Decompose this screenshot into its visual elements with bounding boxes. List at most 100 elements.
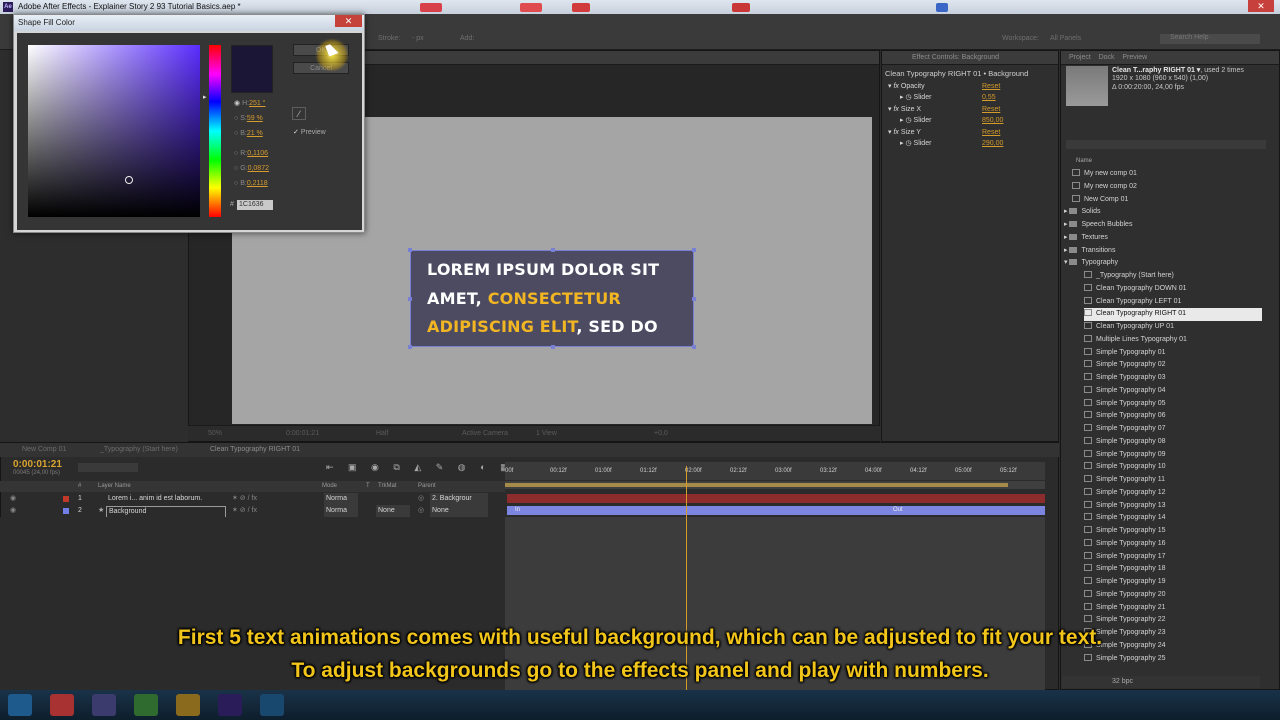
reset-link[interactable]: Reset: [982, 104, 1000, 115]
project-comp-item[interactable]: Clean Typography LEFT 01: [1084, 296, 1262, 309]
project-comp-item[interactable]: Multiple Lines Typography 01: [1084, 334, 1262, 347]
project-comp-item[interactable]: Simple Typography 09: [1084, 449, 1262, 462]
hue-number[interactable]: 251 °: [249, 100, 265, 107]
preview-checkbox[interactable]: ✓ Preview: [293, 128, 326, 136]
transform-handle[interactable]: [692, 345, 696, 349]
layer-label-color[interactable]: [63, 508, 69, 514]
reset-link[interactable]: Reset: [982, 127, 1000, 138]
pickwhip-icon[interactable]: ◎: [418, 505, 424, 517]
transform-handle[interactable]: [408, 248, 412, 252]
project-comp-item[interactable]: Simple Typography 21: [1084, 602, 1262, 615]
time-ruler[interactable]: 00f 00:12f 01:00f 01:12f 02:00f 02:12f 03:00f 0…: [505, 462, 1045, 480]
project-comp-item[interactable]: Clean Typography DOWN 01: [1084, 283, 1262, 296]
blue-value[interactable]: ○ B:0,2118: [234, 180, 268, 187]
taskbar-app-icon[interactable]: [176, 694, 200, 716]
project-comp-item[interactable]: Simple Typography 14: [1084, 512, 1262, 525]
col-layer-name[interactable]: Layer Name: [98, 481, 131, 492]
hue-slider[interactable]: [209, 45, 221, 217]
layer-1-duration-bar[interactable]: [507, 494, 1045, 503]
project-comp-item[interactable]: Simple Typography 11: [1084, 474, 1262, 487]
red-number[interactable]: 0,1106: [247, 150, 268, 157]
slider-value[interactable]: 0,55: [982, 92, 996, 103]
pickwhip-icon[interactable]: ◎: [418, 493, 424, 505]
project-comp-item[interactable]: Simple Typography 10: [1084, 461, 1262, 474]
work-area-range[interactable]: [505, 483, 1008, 487]
project-comp-item[interactable]: Simple Typography 04: [1084, 385, 1262, 398]
fx-row-size-y-slider[interactable]: ▸ ◷ Slider 290,00: [882, 138, 1060, 149]
hue-value[interactable]: ◉ H:251 °: [234, 99, 266, 107]
eyedropper-icon[interactable]: ⁄: [292, 107, 306, 120]
tab-new-comp-01[interactable]: New Comp 01: [22, 443, 66, 457]
green-value[interactable]: ○ G:0,0872: [234, 165, 269, 172]
project-folder-item[interactable]: ▾ Typography: [1064, 257, 1262, 270]
tab-typography-start[interactable]: _Typography (Start here): [100, 443, 178, 457]
track-matte-select[interactable]: None: [376, 505, 410, 517]
workspace-select[interactable]: All Panels: [1050, 35, 1081, 42]
saturation-value[interactable]: ○ S:59 %: [234, 115, 263, 122]
parent-select[interactable]: 2. Backgrour: [430, 493, 488, 505]
tab-dock[interactable]: Dock: [1099, 54, 1115, 61]
fx-row-size-x[interactable]: ▾ fx Size X Reset: [882, 104, 1060, 115]
project-folder-item[interactable]: ▸ Textures: [1064, 232, 1262, 245]
timeline-search-input[interactable]: [78, 463, 138, 472]
green-number[interactable]: 0,0872: [248, 165, 269, 172]
exposure-value[interactable]: +0,0: [654, 426, 668, 442]
layer-switches[interactable]: ✶ ⊘ / fx: [232, 493, 257, 505]
start-button-icon[interactable]: [8, 694, 32, 716]
project-comp-item[interactable]: New Comp 01: [1072, 194, 1262, 207]
transform-handle[interactable]: [551, 345, 555, 349]
project-comp-item[interactable]: Simple Typography 20: [1084, 589, 1262, 602]
background-shape-layer[interactable]: LOREM IPSUM DOLOR SIT AMET, CONSECTETUR …: [408, 248, 696, 349]
transform-handle[interactable]: [692, 297, 696, 301]
layer-name[interactable]: Lorem i... anim id est laborum.: [108, 493, 202, 505]
view-layout-select[interactable]: 1 View: [536, 426, 557, 442]
taskbar-app-icon[interactable]: [134, 694, 158, 716]
project-comp-item[interactable]: Simple Typography 06: [1084, 410, 1262, 423]
project-comp-item[interactable]: Simple Typography 02: [1084, 359, 1262, 372]
selected-item-name[interactable]: Clean T...raphy RIGHT 01 ▾: [1112, 67, 1200, 74]
saturation-number[interactable]: 59 %: [247, 115, 263, 122]
visibility-eye-icon[interactable]: ◉: [10, 493, 16, 505]
search-help-input[interactable]: Search Help: [1160, 34, 1260, 44]
project-comp-item[interactable]: Simple Typography 18: [1084, 563, 1262, 576]
stopwatch-icon[interactable]: ◷: [905, 140, 911, 147]
brightness-number[interactable]: 21 %: [247, 130, 263, 137]
project-comp-item[interactable]: Clean Typography RIGHT 01: [1084, 308, 1262, 321]
fx-row-opacity[interactable]: ▾ fx Opacity Reset: [882, 81, 1060, 92]
add-label[interactable]: Add:: [460, 35, 474, 42]
in-marker[interactable]: In: [515, 506, 520, 515]
stroke-value[interactable]: - px: [412, 35, 424, 42]
project-comp-item[interactable]: Clean Typography UP 01: [1084, 321, 1262, 334]
taskbar-app-icon[interactable]: [92, 694, 116, 716]
name-column-header[interactable]: Name: [1076, 158, 1092, 164]
blue-number[interactable]: 0,2118: [247, 180, 268, 187]
stopwatch-icon[interactable]: ◷: [905, 117, 911, 124]
project-folder-item[interactable]: ▸ Solids: [1064, 206, 1262, 219]
effect-controls-tab[interactable]: Effect Controls: Background: [882, 51, 1058, 65]
project-folder-item[interactable]: ▸ Transitions: [1064, 245, 1262, 258]
window-close-button[interactable]: ✕: [1248, 0, 1274, 12]
project-folder-item[interactable]: ▸ Speech Bubbles: [1064, 219, 1262, 232]
blend-mode-select[interactable]: Norma: [324, 505, 358, 517]
project-comp-item[interactable]: Simple Typography 16: [1084, 538, 1262, 551]
fx-row-opacity-slider[interactable]: ▸ ◷ Slider 0,55: [882, 92, 1060, 103]
parent-select[interactable]: None: [430, 505, 488, 517]
hue-slider-arrow-icon[interactable]: ▸: [203, 93, 207, 101]
fx-row-size-x-slider[interactable]: ▸ ◷ Slider 850,00: [882, 115, 1060, 126]
taskbar-app-icon[interactable]: [260, 694, 284, 716]
saturation-brightness-field[interactable]: [28, 45, 200, 217]
project-comp-item[interactable]: My new comp 02: [1072, 181, 1262, 194]
current-time-indicator[interactable]: [686, 466, 687, 690]
fx-row-size-y[interactable]: ▾ fx Size Y Reset: [882, 127, 1060, 138]
layer-row[interactable]: ◉ 2 ★ Background ✶ ⊘ / fx Norma None ◎ N…: [0, 505, 505, 518]
project-comp-item[interactable]: Simple Typography 15: [1084, 525, 1262, 538]
camera-select[interactable]: Active Camera: [462, 426, 508, 442]
red-value[interactable]: ○ R:0,1106: [234, 150, 268, 157]
tab-preview[interactable]: Preview: [1122, 54, 1147, 61]
tab-project[interactable]: Project: [1069, 54, 1091, 61]
layer-2-duration-bar[interactable]: In Out: [507, 506, 1045, 515]
transform-handle[interactable]: [551, 248, 555, 252]
reset-link[interactable]: Reset: [982, 81, 1000, 92]
slider-value[interactable]: 290,00: [982, 138, 1003, 149]
brightness-value[interactable]: ○ B:21 %: [234, 130, 263, 137]
